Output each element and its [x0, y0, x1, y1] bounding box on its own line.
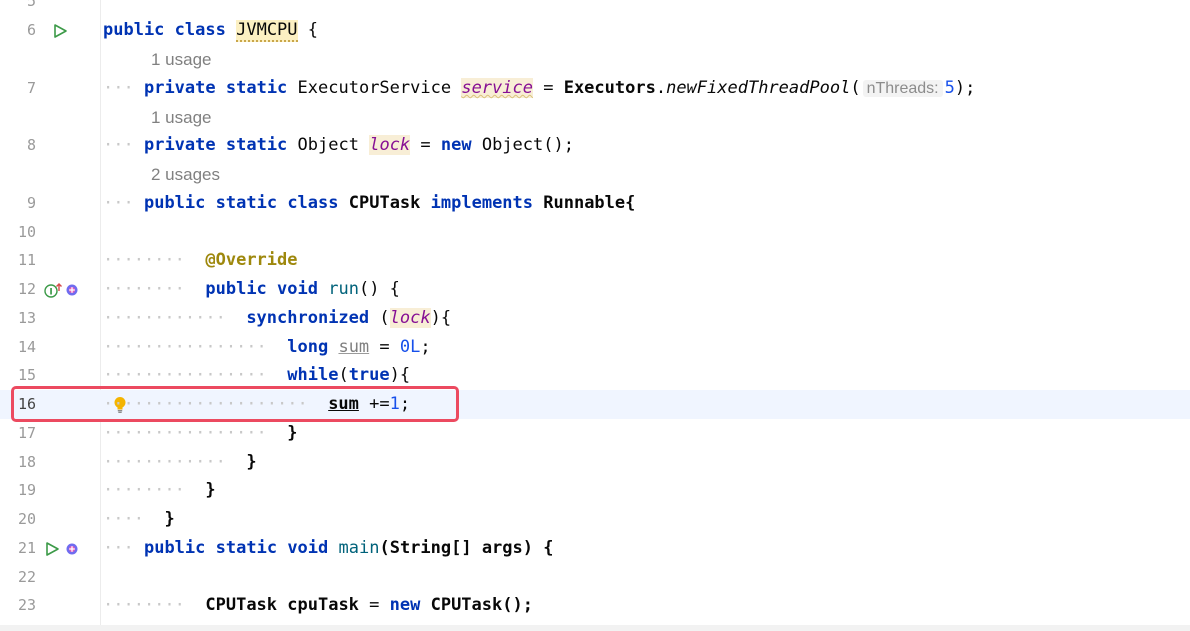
- code-text: ········ @Override: [103, 250, 298, 270]
- line-number: 14: [17, 338, 36, 356]
- line-number: 7: [26, 79, 36, 97]
- code-text: ··· private static Object lock = new Obj…: [103, 135, 574, 155]
- code-line-14[interactable]: 14 ················ long sum = 0L;: [0, 333, 1190, 362]
- code-text: ··· public static class CPUTask implemen…: [103, 193, 636, 213]
- line-number: 13: [17, 309, 36, 327]
- code-line-8[interactable]: 8 ··· private static Object lock = new O…: [0, 131, 1190, 160]
- usage-hint-row: 1 usage: [0, 103, 1190, 132]
- code-text: ············ }: [103, 452, 257, 472]
- class-name: JVMCPU: [236, 20, 298, 42]
- run-main-icon[interactable]: [44, 534, 60, 563]
- code-line-19[interactable]: 19 ········ }: [0, 476, 1190, 505]
- code-line-22[interactable]: 22: [0, 563, 1190, 592]
- code-line-20[interactable]: 20 ···· }: [0, 505, 1190, 534]
- line-number: 17: [17, 424, 36, 442]
- code-line-10[interactable]: 10: [0, 218, 1190, 247]
- horizontal-scrollbar[interactable]: [0, 625, 1190, 631]
- usage-hint-row: 1 usage: [0, 45, 1190, 74]
- code-line-23[interactable]: 23 ········ CPUTask cpuTask = new CPUTas…: [0, 591, 1190, 620]
- parameter-hint: nThreads:: [862, 80, 943, 97]
- code-line-9[interactable]: 9 ··· public static class CPUTask implem…: [0, 189, 1190, 218]
- code-text: public class JVMCPU {: [103, 20, 319, 42]
- code-text: ········ }: [103, 480, 216, 500]
- code-line-18[interactable]: 18 ············ }: [0, 448, 1190, 477]
- ai-assistant-icon[interactable]: [66, 275, 78, 304]
- code-line-11[interactable]: 11 ········ @Override: [0, 246, 1190, 275]
- code-line-7[interactable]: 7 ··· private static ExecutorService ser…: [0, 74, 1190, 103]
- code-text: ··· private static ExecutorService servi…: [103, 78, 976, 98]
- code-line-5[interactable]: 5: [0, 0, 1190, 16]
- code-editor[interactable]: 5 6 public class JVMCPU { 1 usage 7 ··· …: [0, 0, 1190, 631]
- svg-text:I: I: [49, 287, 52, 297]
- line-number: 23: [17, 596, 36, 614]
- implements-method-icon[interactable]: I: [44, 275, 64, 304]
- line-number: 21: [17, 539, 36, 557]
- usage-hint[interactable]: 1 usage: [151, 103, 212, 132]
- code-text: ··· public static void main(String[] arg…: [103, 538, 554, 558]
- line-number: 11: [17, 251, 36, 269]
- line-number: 9: [26, 194, 36, 212]
- code-text: ········ CPUTask cpuTask = new CPUTask()…: [103, 595, 533, 615]
- line-number: 20: [17, 510, 36, 528]
- field-lock: lock: [369, 135, 411, 155]
- line-number: 5: [26, 0, 36, 10]
- usage-hint[interactable]: 1 usage: [151, 45, 212, 74]
- code-line-6[interactable]: 6 public class JVMCPU {: [0, 16, 1190, 45]
- line-number: 18: [17, 453, 36, 471]
- usage-hint-row: 2 usages: [0, 160, 1190, 189]
- line-number: 12: [17, 280, 36, 298]
- code-line-13[interactable]: 13 ············ synchronized (lock){: [0, 304, 1190, 333]
- run-icon[interactable]: [52, 16, 68, 45]
- line-number: 6: [26, 21, 36, 39]
- code-line-21[interactable]: 21 ··· public static void main(String[] …: [0, 534, 1190, 563]
- code-line-12[interactable]: 12 I ········ public void run() {: [0, 275, 1190, 304]
- code-line-17[interactable]: 17 ················ }: [0, 419, 1190, 448]
- line-number: 8: [26, 136, 36, 154]
- line-number: 10: [17, 223, 36, 241]
- code-text: ········ public void run() {: [103, 279, 400, 299]
- highlight-annotation-box: [11, 386, 459, 422]
- line-number: 22: [17, 568, 36, 586]
- code-text: ············ synchronized (lock){: [103, 308, 452, 328]
- code-text: ···· }: [103, 509, 175, 529]
- field-service: service: [461, 78, 533, 98]
- ai-assistant-icon[interactable]: [66, 534, 78, 563]
- code-text: ················ }: [103, 423, 298, 443]
- usage-hint[interactable]: 2 usages: [151, 160, 220, 189]
- code-text: ················ long sum = 0L;: [103, 337, 431, 357]
- line-number: 19: [17, 481, 36, 499]
